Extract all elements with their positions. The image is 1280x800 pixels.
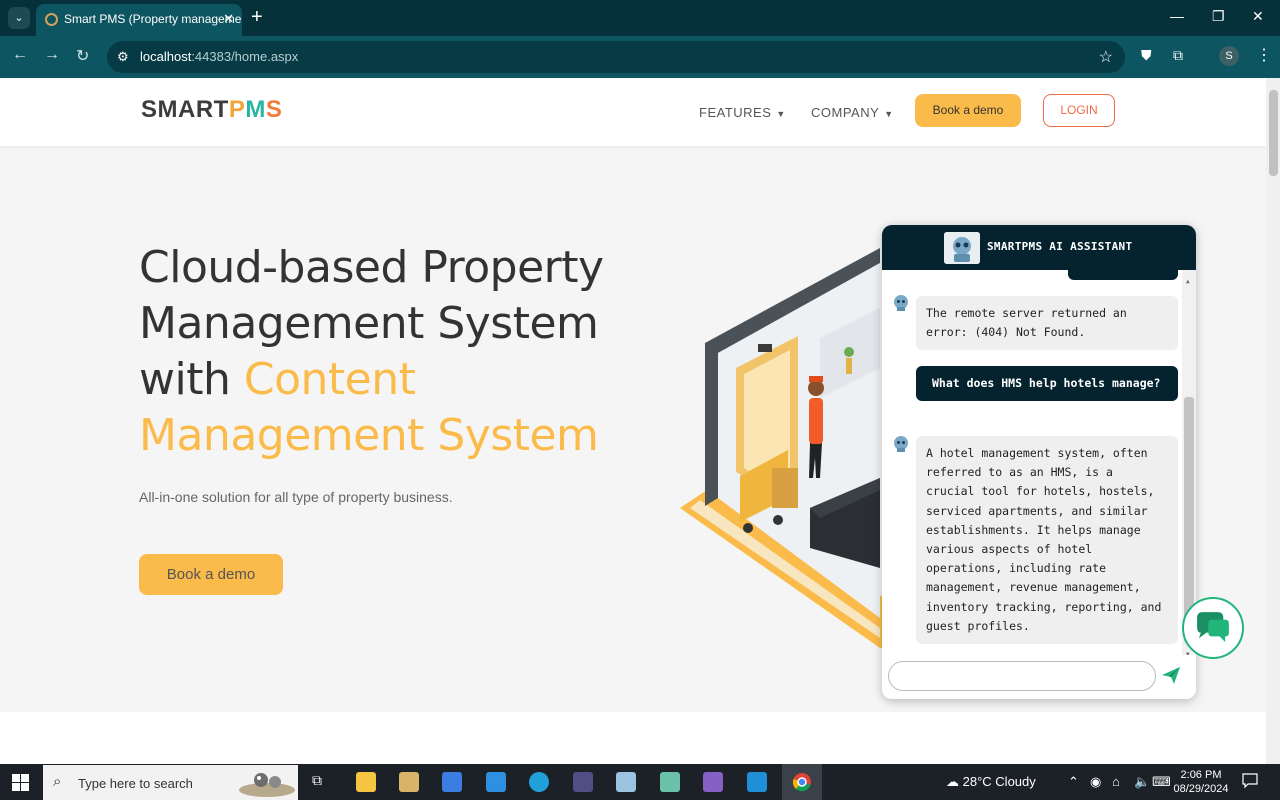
forward-arrow-icon[interactable]: → [44,46,60,64]
nav-company-dropdown[interactable]: COMPANY ▼ [811,105,894,120]
chat-input-row [882,655,1196,699]
caret-down-icon: ▼ [776,109,786,119]
visual-studio-icon[interactable] [703,772,723,792]
scroll-up-icon[interactable]: ▲ [1186,272,1190,291]
edge-browser-icon[interactable] [529,772,549,792]
bot-message-icon [894,436,908,452]
ai-assistant-chat: SMARTPMS AI ASSISTANT The remote server … [882,225,1196,699]
chrome-icon [792,773,811,792]
window-close-icon[interactable]: ✕ [1252,8,1264,25]
notes-app-icon[interactable] [660,772,680,792]
send-icon[interactable] [1160,664,1182,686]
smartpms-logo[interactable]: SMARTPMS [141,96,282,124]
chat-scrollbar[interactable]: ▲ ▼ [1182,270,1196,655]
tray-overflow-icon[interactable]: ⌃ [1068,774,1079,790]
next-section [0,712,1266,764]
search-highlight-art [239,773,295,797]
chrome-taskbar-active[interactable] [782,764,822,800]
browser-tab[interactable]: Smart PMS (Property manageme ✕ [36,4,242,36]
page-scroll-thumb[interactable] [1269,90,1278,176]
profile-avatar[interactable]: S [1219,46,1239,66]
weather-widget[interactable]: ☁ 28°C Cloudy [946,774,1036,790]
clock-time: 2:06 PM [1180,769,1222,781]
clock-date: 08/29/2024 [1173,783,1229,795]
volume-icon[interactable]: 🔈 [1134,774,1150,790]
chat-launcher-icon[interactable] [1182,597,1244,659]
microsoft-store-icon[interactable] [442,772,462,792]
url-text: localhost:44383/home.aspx [140,49,299,64]
system-clock[interactable]: 2:06 PM 08/29/2024 [1168,768,1234,796]
site-info-icon[interactable]: ⚙ [117,49,129,65]
tray-app-icon[interactable]: ◉ [1090,774,1101,790]
paint-app-icon[interactable] [616,772,636,792]
hero-book-demo-button[interactable]: Book a demo [139,554,283,595]
tab-favicon-icon [45,13,58,26]
browser-tab-bar: ⌄ Smart PMS (Property manageme ✕ + — ❐ ✕ [0,0,1280,36]
extensions-puzzle-icon[interactable]: ⧉ [1173,47,1183,64]
new-tab-button[interactable]: + [251,6,263,29]
browser-toolbar: ← → ↻ ⚙ localhost:44383/home.aspx ☆ ⛊ ⧉ … [0,36,1280,78]
site-header: SMARTPMS FEATURES ▼ COMPANY ▼ Book a demo … [0,78,1266,146]
hotel-lobby-illustration [680,248,900,648]
page-scrollbar[interactable] [1266,78,1280,764]
login-button[interactable]: LOGIN [1043,94,1115,127]
mail-icon[interactable] [486,772,506,792]
hero-subtitle: All-in-one solution for all type of prop… [139,489,453,505]
bot-message: The remote server returned an error: (40… [916,296,1178,351]
windows-taskbar: ⌕ Type here to search ⧉ ☁ 28°C Cloudy ⌃ … [0,764,1280,800]
user-message-partial [1068,270,1178,280]
browser-menu-icon[interactable]: ⋮ [1256,45,1272,65]
user-message: What does HMS help hotels manage? [916,366,1178,402]
task-view-icon[interactable]: ⧉ [312,772,332,792]
reload-icon[interactable]: ↻ [76,46,89,66]
media-app-icon[interactable] [573,772,593,792]
restore-icon[interactable]: ❐ [1212,8,1225,25]
chat-title: SMARTPMS AI ASSISTANT [987,240,1133,253]
notification-icon[interactable] [1242,773,1258,789]
taskbar-search[interactable]: ⌕ Type here to search [43,765,298,800]
address-bar[interactable]: ⚙ localhost:44383/home.aspx ☆ [107,41,1125,73]
tab-title: Smart PMS (Property manageme [64,12,242,26]
search-icon: ⌕ [53,773,62,790]
temperature: 28°C [962,774,992,789]
vscode-icon[interactable] [747,772,767,792]
chat-header: SMARTPMS AI ASSISTANT [882,225,1196,270]
cloud-icon: ☁ [946,774,959,789]
windows-start-icon[interactable] [12,774,29,791]
tab-search-button[interactable]: ⌄ [8,7,30,29]
bot-message-icon [894,295,908,311]
caret-down-icon: ▼ [884,109,894,119]
shield-extension-icon[interactable]: ⛊ [1141,47,1152,64]
book-demo-button[interactable]: Book a demo [915,94,1021,127]
bot-message: A hotel management system, often referre… [916,436,1178,645]
network-icon[interactable]: ⌂ [1112,774,1120,789]
minimize-icon[interactable]: — [1170,8,1184,24]
chat-messages: The remote server returned an error: (40… [882,270,1196,655]
search-placeholder: Type here to search [78,776,193,791]
back-arrow-icon[interactable]: ← [12,46,28,64]
hero-title: Cloud-based Property Management System w… [139,242,604,461]
tab-close-icon[interactable]: ✕ [223,11,234,27]
robot-avatar-icon [944,232,980,264]
chat-message-input[interactable] [888,661,1156,691]
weather-condition: Cloudy [995,774,1036,789]
bookmark-star-icon[interactable]: ☆ [1099,47,1113,67]
file-explorer-icon[interactable] [356,772,376,792]
tools-app-icon[interactable] [399,772,419,792]
nav-features-dropdown[interactable]: FEATURES ▼ [699,105,786,120]
